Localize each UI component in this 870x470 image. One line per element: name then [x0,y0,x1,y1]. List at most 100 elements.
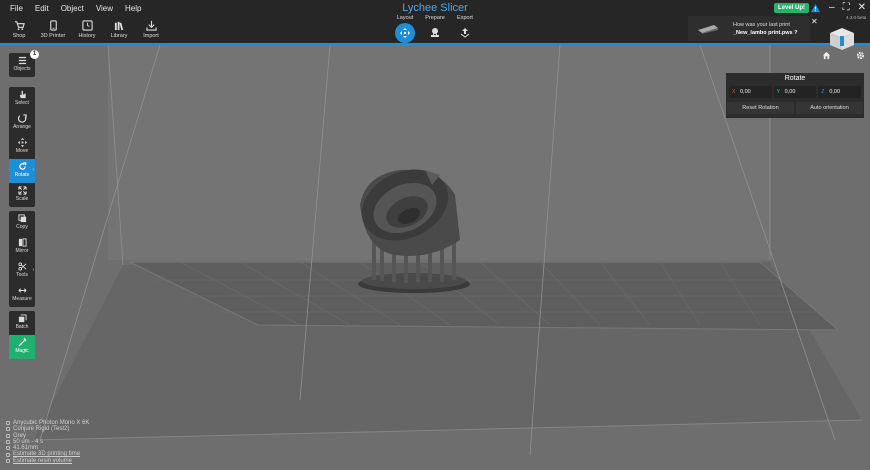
objects-count-badge: 1 [30,50,39,59]
arrange-icon [17,114,27,123]
rotate-icon [18,162,26,170]
library-button[interactable]: Library [106,20,132,39]
notification-question: How was your last print [733,22,790,28]
close-icon[interactable]: ✕ [858,2,866,13]
mode-switcher: Layout Prepare Export [394,15,476,43]
magic-button[interactable]: Magic [9,335,35,359]
mode-prepare[interactable]: Prepare [424,15,446,43]
clock-icon [6,452,10,457]
menu-view[interactable]: View [90,3,119,14]
notification-file: _New_lambo print.pws ? [733,30,798,36]
menu-object[interactable]: Object [55,3,90,14]
printer-thumbnail-icon [698,25,718,34]
measure-icon [18,288,26,293]
select-button[interactable]: Select [9,87,35,111]
mode-export-label: Export [457,15,473,21]
phone-printer-icon [49,20,57,31]
select-label: Select [15,100,29,106]
view-cube[interactable] [827,25,857,51]
menu-file[interactable]: File [4,3,29,14]
batch-label: Batch [15,324,29,330]
notification-close-icon[interactable]: ✕ [811,17,818,26]
auto-orientation-button[interactable]: Auto orientation [796,102,863,114]
minimize-icon[interactable]: – [829,2,835,13]
rotate-z-value: 0,00 [829,89,841,95]
rotate-panel: Rotate X 0,00 Y 0,00 Z 0,00 Reset Rotati… [726,73,864,118]
objects-button[interactable]: Objects 1 [9,50,39,77]
layer-icon [6,440,10,445]
x-axis-label: X [732,89,736,95]
chevron-right-icon: › [32,267,34,273]
estimate-resin-link[interactable]: Estimate resin volume [13,458,72,464]
arrange-label: Arrange [13,124,31,130]
measure-button[interactable]: Measure [9,283,35,307]
batch-button[interactable]: Batch [9,311,35,335]
reset-rotation-button[interactable]: Reset Rotation [727,102,794,114]
version-label: 4.3.0-beta [846,15,867,20]
height-icon [6,446,10,451]
import-label: Import [143,33,159,39]
magic-label: Magic [15,348,29,354]
rotate-y-field[interactable]: Y 0,00 [773,86,817,98]
import-icon [145,20,157,31]
history-label: History [78,33,96,39]
menu-help[interactable]: Help [119,3,147,14]
tools-button[interactable]: Tools › [9,259,35,283]
library-icon [114,21,123,31]
objects-label: Objects [13,66,31,72]
copy-icon [17,214,26,223]
feedback-notification[interactable]: How was your last print _New_lambo print… [688,16,810,41]
menu-bar: File Edit Object View Help [4,3,147,14]
mode-layout[interactable]: Layout [394,15,416,43]
hand-pointer-icon [19,90,26,99]
mirror-button[interactable]: Mirror [9,235,35,259]
printer-icon [6,421,10,426]
print-info: Anycubic Photon Mono X 6K Conjure Rigid … [6,420,89,464]
home-icon[interactable] [822,51,831,60]
supports-icon [431,28,439,37]
warning-icon[interactable] [811,4,820,13]
menu-edit[interactable]: Edit [29,3,55,14]
cart-icon [14,21,25,31]
mode-layout-label: Layout [396,15,414,21]
copy-button[interactable]: Copy [9,211,35,235]
measure-label: Measure [12,296,32,302]
shop-label: Shop [12,33,26,39]
batch-icon [18,314,27,323]
resin-icon [6,427,10,432]
rotate-z-field[interactable]: Z 0,00 [818,86,862,98]
main-toolbar: Shop 3D Printer History Library Import [6,20,164,39]
history-button[interactable]: History [74,20,100,39]
tools-label: Tools [16,272,28,278]
rotate-button[interactable]: Rotate › [9,159,35,183]
copy-label: Copy [16,224,28,230]
import-button[interactable]: Import [138,20,164,39]
scale-icon [17,186,27,195]
rotate-x-value: 0,00 [740,89,751,95]
maximize-icon[interactable]: ⛶ [843,2,850,13]
history-icon [81,20,93,31]
rotate-label: Rotate [14,172,30,178]
move-label: Move [15,148,29,154]
library-label: Library [110,33,128,39]
list-icon [18,56,26,65]
printer-label: 3D Printer [40,33,66,39]
export-icon [460,28,470,38]
rotate-x-field[interactable]: X 0,00 [729,86,772,98]
gear-icon[interactable] [856,51,865,60]
arrange-button[interactable]: Arrange [9,111,35,135]
scale-button[interactable]: Scale [9,183,35,207]
move-arrows-icon [400,28,410,38]
move-button[interactable]: Move [9,135,35,159]
mirror-icon [18,238,27,247]
printer-button[interactable]: 3D Printer [38,20,68,39]
level-up-button[interactable]: Level Up! [774,3,810,13]
mode-export[interactable]: Export [454,15,476,43]
mirror-label: Mirror [15,248,29,254]
shop-button[interactable]: Shop [6,20,32,39]
window-controls: – ⛶ ✕ [829,2,866,13]
y-axis-label: Y [776,89,781,95]
viewport-3d[interactable] [0,0,870,470]
left-toolbar: Objects 1 Select Arrange Move Rotate › S… [9,50,39,361]
z-axis-label: Z [821,89,825,95]
